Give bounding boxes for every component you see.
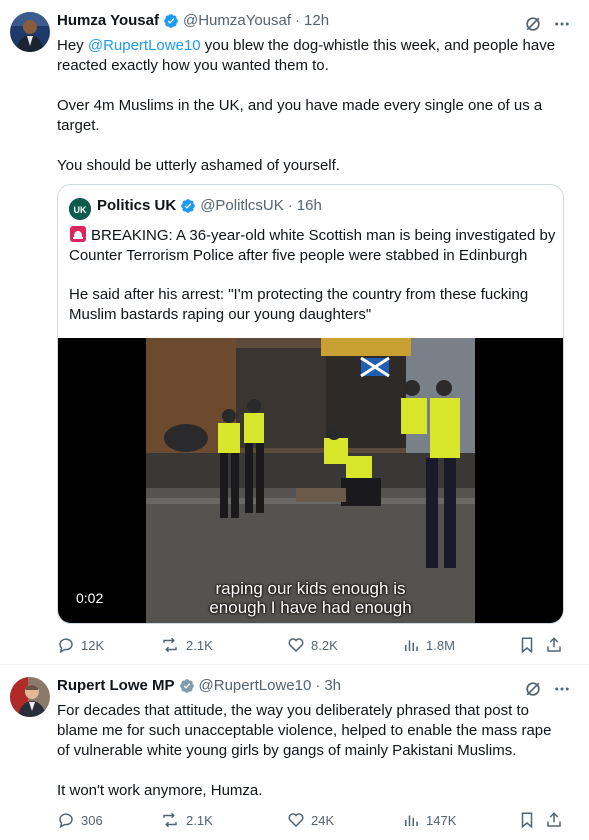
- repost-count: 2.1K: [186, 637, 213, 653]
- share-button[interactable]: [545, 636, 563, 654]
- repost-icon: [163, 812, 177, 828]
- reply-button[interactable]: 306: [57, 811, 103, 829]
- more-options-icon[interactable]: [553, 680, 571, 698]
- quote-author-name[interactable]: Politics UK: [97, 197, 176, 214]
- text-para1: For decades that attitude, the way you d…: [57, 702, 552, 759]
- heart-icon: [288, 638, 304, 653]
- like-count: 8.2K: [311, 637, 338, 653]
- like-button[interactable]: 8.2K: [287, 636, 338, 654]
- author-name[interactable]: Rupert Lowe MP: [57, 677, 175, 694]
- author-name[interactable]: Humza Yousaf: [57, 12, 159, 29]
- tweet-time[interactable]: 3h: [324, 677, 341, 694]
- tweet2-actions: 306 2.1K 24K 147K: [57, 811, 567, 835]
- tweet-time[interactable]: 12h: [304, 12, 329, 29]
- text-para2: It won't work anymore, Humza.: [57, 782, 263, 799]
- tweet-humza[interactable]: Humza Yousaf @HumzaYousaf · 12h Hey @Rup…: [0, 0, 589, 664]
- bookmark-icon: [521, 637, 533, 654]
- reply-count: 12K: [81, 637, 105, 653]
- tweet-rupert[interactable]: Rupert Lowe MP @RupertLowe10 · 3h For de…: [0, 665, 589, 840]
- text-line1: you blew the dog-whistle this week, and …: [200, 37, 556, 54]
- repost-button[interactable]: 2.1K: [160, 811, 213, 829]
- avatar-text: UK: [74, 205, 87, 215]
- bookmark-button[interactable]: [518, 811, 536, 829]
- reply-icon: [59, 813, 73, 829]
- grok-icon[interactable]: [523, 679, 543, 699]
- reply-button[interactable]: 12K: [57, 636, 104, 654]
- author-handle[interactable]: @RupertLowe10: [199, 677, 312, 694]
- tweet-text: For decades that attitude, the way you d…: [57, 701, 562, 801]
- avatar-rupert[interactable]: [10, 677, 50, 717]
- siren-icon: [70, 226, 86, 242]
- views-icon: [405, 640, 418, 651]
- bookmark-button[interactable]: [518, 636, 536, 654]
- author-handle[interactable]: @HumzaYousaf: [183, 12, 291, 29]
- reply-count: 306: [81, 812, 103, 828]
- tweet1-actions: 12K 2.1K 8.2K 1.8M: [57, 636, 567, 660]
- text-hey: Hey: [57, 37, 88, 54]
- separator-dot: ·: [295, 12, 301, 29]
- video-player[interactable]: 0:02 raping our kids enough is enough I …: [58, 338, 563, 623]
- like-button[interactable]: 24K: [287, 811, 334, 829]
- bookmark-icon: [521, 812, 533, 829]
- more-options-icon[interactable]: [553, 15, 571, 33]
- mention-link[interactable]: @RupertLowe10: [88, 37, 201, 54]
- quote-time: 16h: [296, 197, 322, 214]
- separator-dot: ·: [315, 677, 321, 694]
- quote-author-handle[interactable]: @PolitlcsUK: [200, 197, 284, 214]
- verified-badge-gray-icon: [179, 678, 194, 693]
- quote-para1: BREAKING: A 36-year-old white Scottish m…: [69, 227, 556, 264]
- quote-text-para1: BREAKING: A 36-year-old white Scottish m…: [69, 225, 559, 266]
- separator-dot: ·: [287, 197, 293, 214]
- quote-para2: He said after his arrest: "I'm protectin…: [69, 286, 529, 323]
- tweet-text: Hey @RupertLowe10 you blew the dog-whist…: [57, 36, 567, 176]
- video-subtitle-line2: enough I have had enough: [209, 598, 412, 617]
- avatar-politics-uk: UK: [69, 198, 91, 220]
- views-count: 1.8M: [426, 637, 455, 653]
- like-count: 24K: [311, 812, 335, 828]
- video-timestamp: 0:02: [72, 589, 108, 607]
- share-button[interactable]: [545, 811, 563, 829]
- video-subtitle-line1: raping our kids enough is: [215, 579, 406, 598]
- views-button[interactable]: 147K: [402, 811, 456, 829]
- quoted-tweet[interactable]: UK Politics UK @PolitlcsUK · 16h BREAKIN…: [57, 184, 564, 624]
- avatar-humza[interactable]: [10, 12, 50, 52]
- reply-icon: [59, 638, 73, 654]
- share-icon: [547, 812, 561, 827]
- verified-badge-icon: [181, 198, 196, 213]
- views-icon: [405, 815, 418, 826]
- views-count: 147K: [426, 812, 457, 828]
- text-para3: You should be utterly ashamed of yoursel…: [57, 157, 340, 174]
- verified-badge-icon: [164, 13, 178, 28]
- repost-icon: [163, 637, 177, 653]
- heart-icon: [288, 813, 304, 828]
- grok-icon[interactable]: [523, 14, 543, 34]
- repost-count: 2.1K: [186, 812, 213, 828]
- share-icon: [547, 637, 561, 652]
- text-para2: Over 4m Muslims in the UK, and you have …: [57, 97, 543, 134]
- views-button[interactable]: 1.8M: [402, 636, 455, 654]
- text-line2: reacted exactly how you wanted them to.: [57, 57, 329, 74]
- repost-button[interactable]: 2.1K: [160, 636, 213, 654]
